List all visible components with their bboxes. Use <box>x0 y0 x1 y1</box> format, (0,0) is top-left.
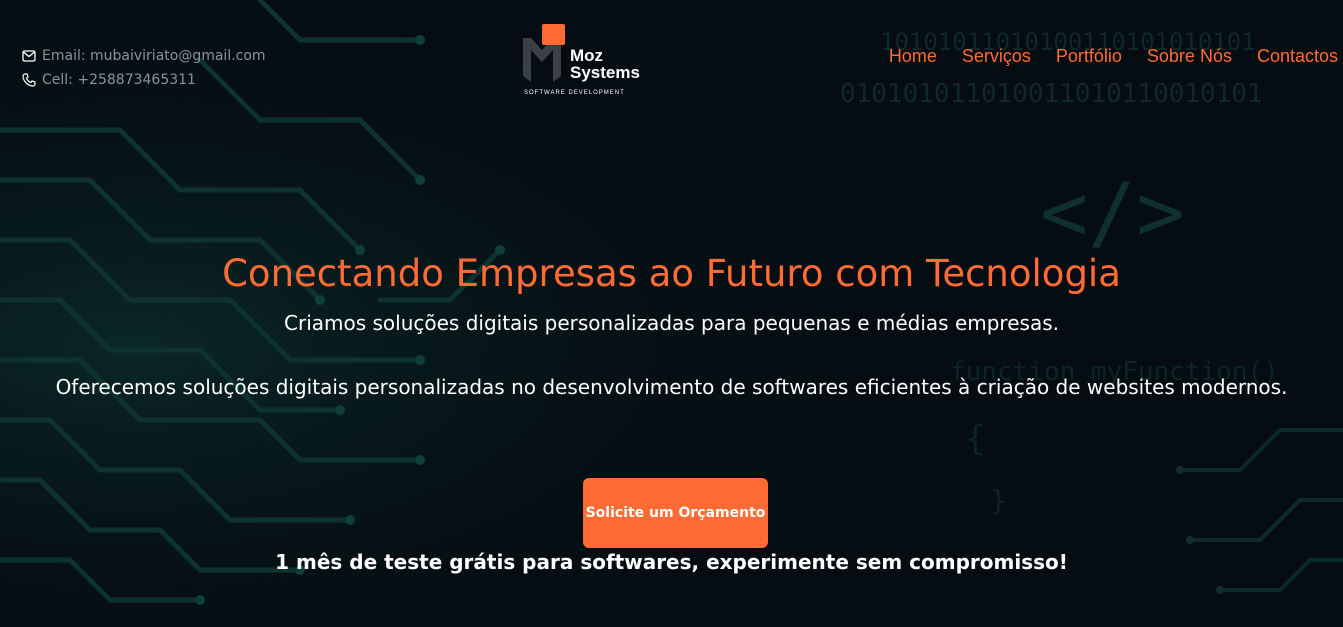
contact-email-row: Email: mubaiviriato@gmail.com <box>22 44 266 68</box>
hero-description: Oferecemos soluções digitais personaliza… <box>55 375 1288 399</box>
logo-mark-icon <box>523 24 565 82</box>
logo-tagline: SOFTWARE DEVELOPMENT <box>524 90 625 96</box>
phone-icon <box>22 73 36 87</box>
logo-line-1: Moz <box>570 46 604 65</box>
logo-line-2: Systems <box>570 63 640 82</box>
main-nav: Home Serviços Portfólio Sobre Nós Contac… <box>889 46 1338 67</box>
request-quote-button[interactable]: Solicite um Orçamento <box>583 478 768 548</box>
contact-phone[interactable]: Cell: +258873465311 <box>42 68 196 92</box>
envelope-icon <box>22 50 36 62</box>
nav-item-home[interactable]: Home <box>889 46 937 67</box>
moz-systems-logo[interactable]: Moz Systems SOFTWARE DEVELOPMENT <box>520 22 646 100</box>
free-trial-note: 1 mês de teste grátis para softwares, ex… <box>275 550 1068 574</box>
contact-email[interactable]: Email: mubaiviriato@gmail.com <box>42 44 266 68</box>
contact-info: Email: mubaiviriato@gmail.com Cell: +258… <box>22 44 266 92</box>
contact-phone-row: Cell: +258873465311 <box>22 68 266 92</box>
code-brace-open: { <box>965 419 985 459</box>
code-brace-close: } <box>990 484 1007 517</box>
nav-item-contactos[interactable]: Contactos <box>1257 46 1338 67</box>
nav-item-sobre-nos[interactable]: Sobre Nós <box>1147 46 1232 67</box>
hero-title: Conectando Empresas ao Futuro com Tecnol… <box>222 252 1121 295</box>
nav-item-servicos[interactable]: Serviços <box>962 46 1031 67</box>
logo-wordmark: Moz Systems <box>570 47 640 81</box>
binary-text-line-2: 010101011010011010110010101 <box>840 79 1263 109</box>
hero-subtitle: Criamos soluções digitais personalizadas… <box>284 311 1059 335</box>
nav-item-portfolio[interactable]: Portfólio <box>1056 46 1122 67</box>
code-tag-glyph: </> <box>1040 166 1185 259</box>
